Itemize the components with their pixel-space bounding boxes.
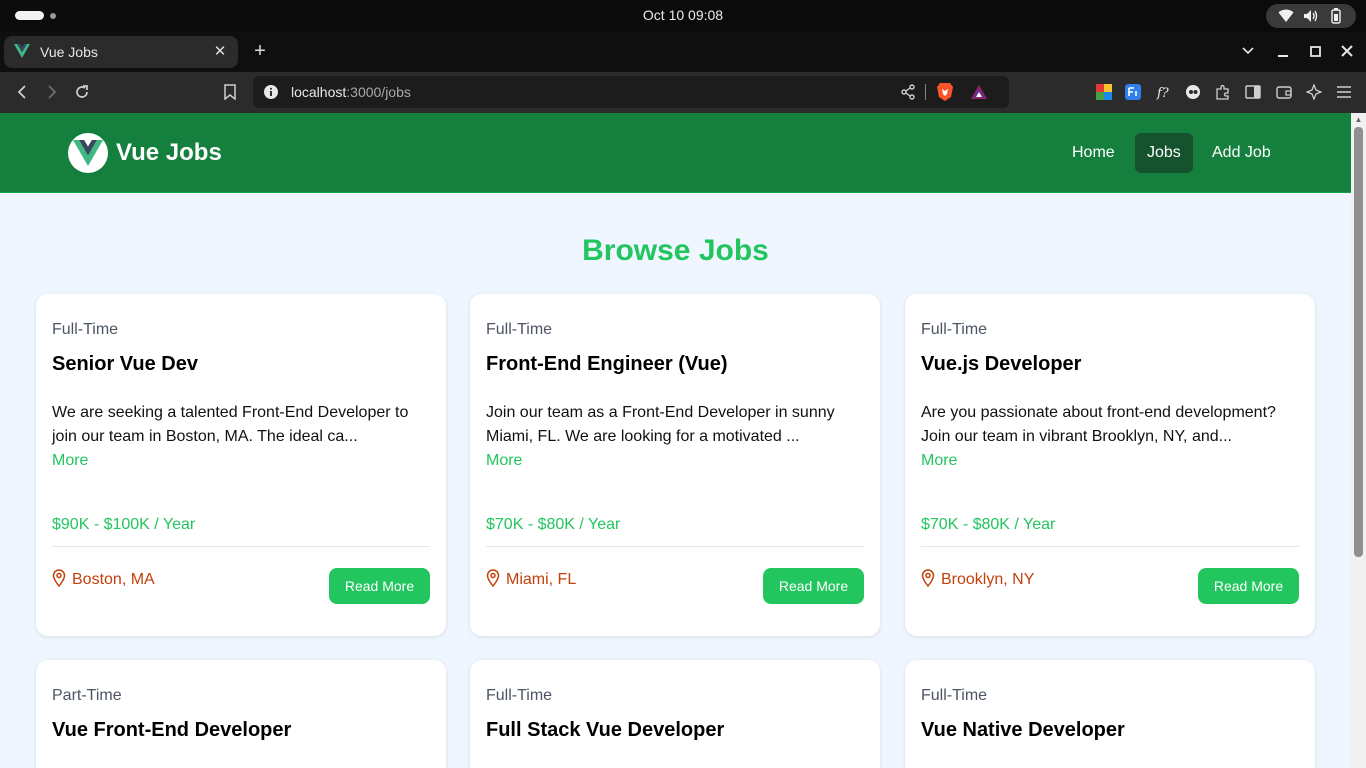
bookmark-icon[interactable] [220,82,240,102]
nav-link-home[interactable]: Home [1060,133,1127,173]
new-tab-button[interactable]: + [250,41,270,61]
tab-title: Vue Jobs [40,44,98,60]
omnibox-divider [925,84,926,100]
job-location: Brooklyn, NY [941,571,1035,588]
card-divider [52,546,430,547]
job-card: Full-Time Vue Native Developer [905,660,1315,768]
job-title: Vue Native Developer [921,719,1125,741]
close-window-icon[interactable] [1338,42,1356,60]
more-toggle-link[interactable]: More [52,449,88,473]
url-path: :3000/jobs [346,84,411,100]
leo-ai-icon[interactable] [1305,83,1323,101]
card-divider [486,546,864,547]
back-arrow-icon[interactable] [12,82,32,102]
system-tray[interactable] [1266,4,1356,28]
job-card: Part-Time Vue Front-End Developer [36,660,446,768]
job-description: Join our team as a Front-End Developer i… [486,404,835,445]
location-pin-icon [52,569,68,588]
browser-toolbar: localhost:3000/jobs f? [0,72,1366,113]
browser-tab[interactable]: Vue Jobs ✕ [4,36,238,68]
fi-extension-icon[interactable] [1124,83,1142,101]
job-type: Full-Time [921,687,988,704]
forward-arrow-icon[interactable] [42,82,62,102]
site-brand[interactable]: Vue Jobs [116,135,222,171]
os-clock[interactable]: Oct 10 09:08 [0,0,1366,32]
colorful-extension-icon[interactable] [1095,83,1113,101]
job-type: Full-Time [486,687,553,704]
job-salary: $70K - $80K / Year [921,516,1056,533]
more-toggle-link[interactable]: More [921,449,957,473]
web-page: Vue Jobs Home Jobs Add Job Browse Jobs F… [0,113,1351,768]
job-card: Full-Time Vue.js Developer Are you passi… [905,294,1315,636]
job-card: Full-Time Senior Vue Dev We are seeking … [36,294,446,636]
brave-rewards-icon[interactable] [970,83,988,101]
os-top-bar: Oct 10 09:08 [0,0,1366,32]
minimize-window-icon[interactable] [1274,42,1292,60]
dark-reader-extension-icon[interactable] [1184,83,1202,101]
wallet-icon[interactable] [1275,83,1293,101]
volume-icon [1302,7,1320,25]
page-scrollbar[interactable]: ▲ [1351,113,1366,768]
site-info-icon[interactable] [263,84,279,100]
job-location: Boston, MA [72,571,155,588]
location-pin-icon [921,569,937,588]
job-type: Part-Time [52,687,122,704]
share-icon[interactable] [900,84,916,100]
scroll-up-arrow-icon[interactable]: ▲ [1354,115,1363,124]
job-title: Senior Vue Dev [52,353,198,375]
reload-icon[interactable] [72,82,92,102]
job-salary: $70K - $80K / Year [486,516,621,533]
job-title: Front-End Engineer (Vue) [486,353,728,375]
job-title: Vue Front-End Developer [52,719,292,741]
font-extension-icon[interactable]: f? [1154,83,1172,101]
address-bar[interactable]: localhost:3000/jobs [253,76,1009,108]
browser-tab-strip: Vue Jobs ✕ + [0,32,1366,72]
brave-shields-icon[interactable] [936,82,954,102]
svg-text:f?: f? [1156,86,1170,100]
card-divider [921,546,1299,547]
job-card: Full-Time Full Stack Vue Developer [470,660,880,768]
job-type: Full-Time [52,321,119,338]
url-text[interactable]: localhost:3000/jobs [291,76,411,108]
url-host: localhost [291,84,347,100]
sidebar-toggle-icon[interactable] [1244,83,1262,101]
read-more-button[interactable]: Read More [1198,568,1299,604]
job-description: We are seeking a talented Front-End Deve… [52,404,409,445]
nav-link-jobs[interactable]: Jobs [1135,133,1193,173]
more-toggle-link[interactable]: More [486,449,522,473]
menu-hamburger-icon[interactable] [1335,83,1353,101]
job-salary: $90K - $100K / Year [52,516,196,533]
close-tab-icon[interactable]: ✕ [212,44,228,60]
battery-icon [1327,7,1345,25]
vue-logo-icon[interactable] [68,133,108,173]
nav-link-add-job[interactable]: Add Job [1200,133,1283,173]
read-more-button[interactable]: Read More [329,568,430,604]
job-type: Full-Time [486,321,553,338]
job-type: Full-Time [921,321,988,338]
wifi-icon [1277,7,1295,25]
job-location: Miami, FL [506,571,577,588]
job-title: Vue.js Developer [921,353,1082,375]
maximize-window-icon[interactable] [1306,42,1324,60]
job-card: Full-Time Front-End Engineer (Vue) Join … [470,294,880,636]
vue-favicon-icon [14,44,30,60]
location-pin-icon [486,569,502,588]
job-title: Full Stack Vue Developer [486,719,725,741]
job-description: Are you passionate about front-end devel… [921,404,1276,445]
site-navbar: Vue Jobs Home Jobs Add Job [0,113,1351,193]
read-more-button[interactable]: Read More [763,568,864,604]
page-heading: Browse Jobs [582,234,769,267]
tab-list-chevron-icon[interactable] [1239,42,1257,60]
scrollbar-thumb[interactable] [1354,127,1363,557]
extensions-puzzle-icon[interactable] [1214,83,1232,101]
